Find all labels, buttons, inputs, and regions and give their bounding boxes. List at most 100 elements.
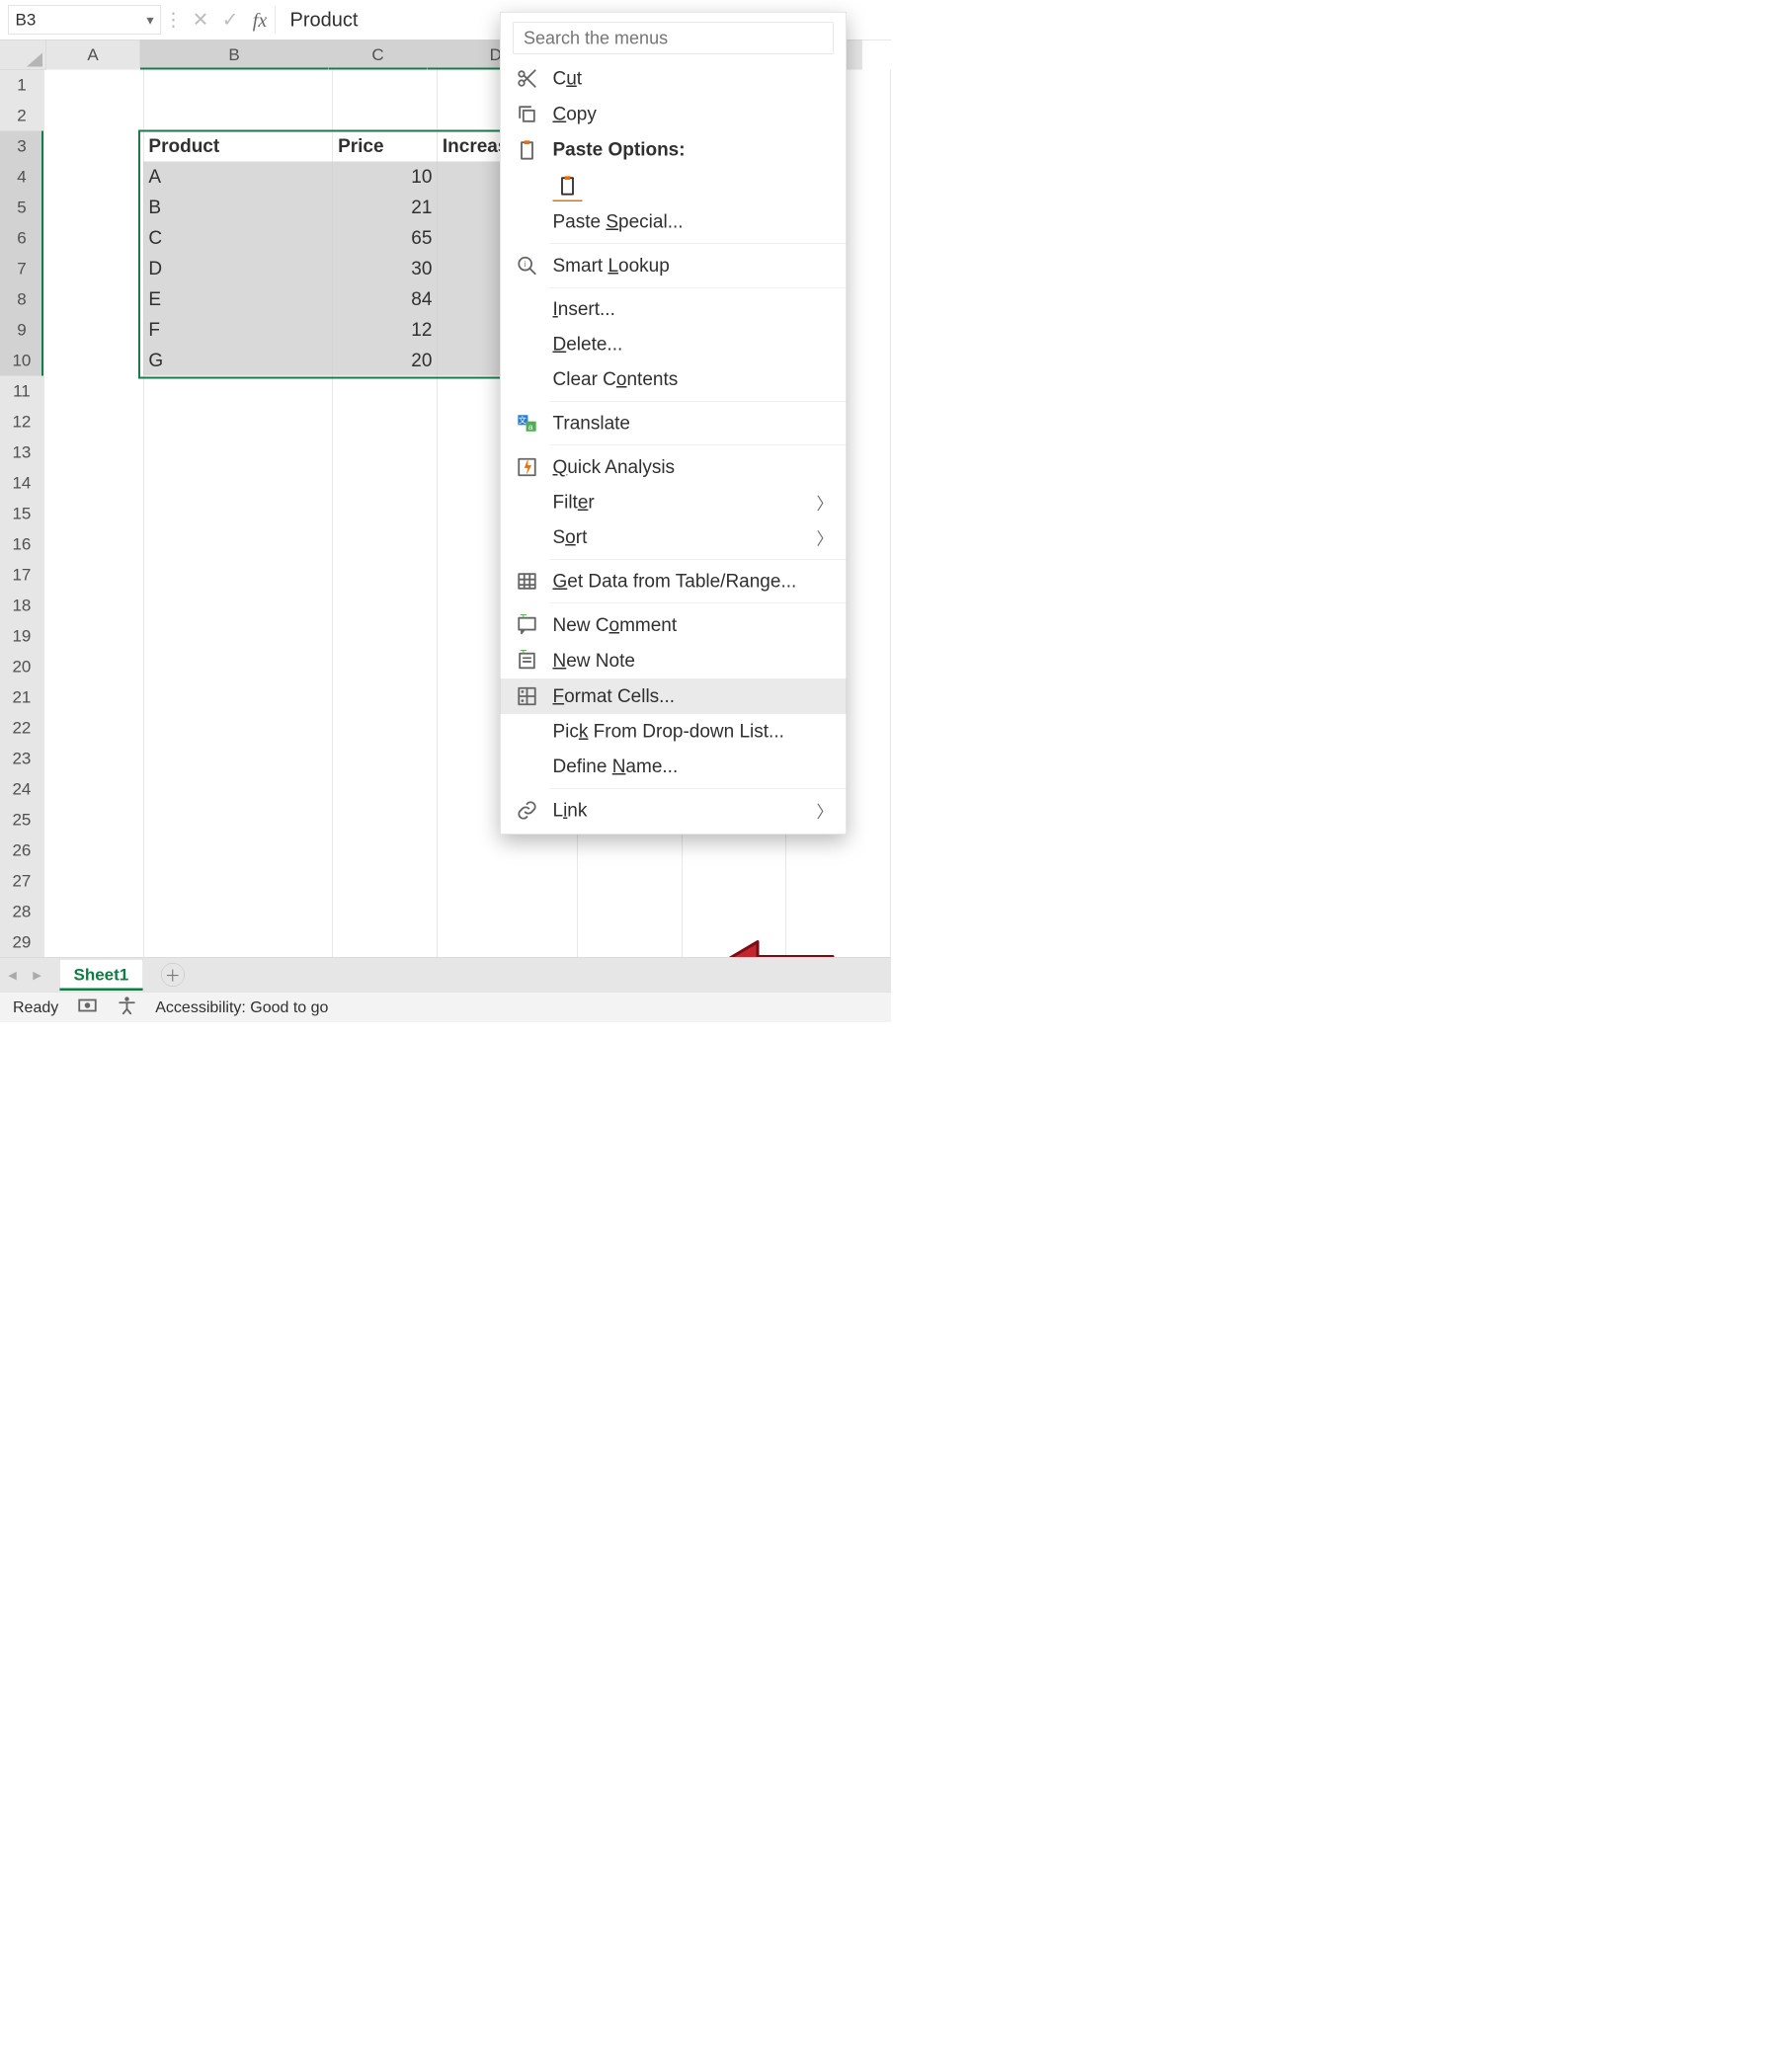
cell-C16[interactable] (333, 529, 438, 561)
menu-get-data[interactable]: Get Data from Table/Range... (501, 564, 847, 599)
cell-A2[interactable] (43, 101, 143, 132)
new-sheet-button[interactable]: ＋ (161, 963, 185, 987)
menu-paste-options[interactable]: Paste Options: (501, 132, 847, 168)
menu-new-note[interactable]: +New Note (501, 643, 847, 678)
paste-default-icon[interactable] (553, 171, 583, 202)
select-all-button[interactable] (0, 40, 46, 71)
cell-A12[interactable] (43, 407, 143, 438)
cell-B24[interactable] (143, 774, 333, 806)
row-header-16[interactable]: 16 (0, 529, 43, 561)
row-header-6[interactable]: 6 (0, 223, 43, 255)
row-header-4[interactable]: 4 (0, 162, 43, 194)
cell-B21[interactable] (143, 682, 333, 714)
menu-delete[interactable]: Delete... (501, 327, 847, 362)
cell-A5[interactable] (43, 193, 143, 224)
row-header-18[interactable]: 18 (0, 591, 43, 622)
cell-C5[interactable]: 21 (333, 193, 438, 224)
cell-A15[interactable] (43, 499, 143, 530)
cell-A6[interactable] (43, 223, 143, 255)
cell-B13[interactable] (143, 438, 333, 469)
cell-A20[interactable] (43, 652, 143, 683)
row-header-27[interactable]: 27 (0, 866, 43, 898)
cell-C22[interactable] (333, 713, 438, 745)
menu-filter[interactable]: Filter〉 (501, 485, 847, 520)
cell-B29[interactable] (143, 927, 333, 959)
cell-C15[interactable] (333, 499, 438, 530)
cell-F28[interactable] (682, 897, 786, 928)
menu-insert[interactable]: Insert... (501, 292, 847, 328)
cell-C24[interactable] (333, 774, 438, 806)
cell-C17[interactable] (333, 560, 438, 592)
cell-C11[interactable] (333, 376, 438, 408)
cell-B5[interactable]: B (143, 193, 333, 224)
cell-F27[interactable] (682, 866, 786, 898)
row-header-21[interactable]: 21 (0, 682, 43, 714)
cell-A13[interactable] (43, 438, 143, 469)
cell-C29[interactable] (333, 927, 438, 959)
row-header-17[interactable]: 17 (0, 560, 43, 592)
cell-B9[interactable]: F (143, 315, 333, 347)
menu-cut[interactable]: Cut (501, 61, 847, 97)
row-header-23[interactable]: 23 (0, 744, 43, 775)
row-header-9[interactable]: 9 (0, 315, 43, 347)
cell-B12[interactable] (143, 407, 333, 438)
cell-A24[interactable] (43, 774, 143, 806)
cell-C9[interactable]: 12 (333, 315, 438, 347)
accept-formula-button[interactable]: ✓ (215, 5, 245, 35)
menu-search-input[interactable] (514, 23, 834, 54)
cell-A17[interactable] (43, 560, 143, 592)
cell-G26[interactable] (786, 836, 891, 867)
cell-C8[interactable]: 84 (333, 284, 438, 316)
cell-B25[interactable] (143, 805, 333, 837)
cell-C21[interactable] (333, 682, 438, 714)
cell-B10[interactable]: G (143, 346, 333, 377)
cell-B6[interactable]: C (143, 223, 333, 255)
cancel-formula-button[interactable]: ✕ (186, 5, 215, 35)
fx-button[interactable]: fx (245, 5, 275, 35)
cell-B19[interactable] (143, 621, 333, 653)
row-header-7[interactable]: 7 (0, 254, 43, 285)
cell-C20[interactable] (333, 652, 438, 683)
cell-A16[interactable] (43, 529, 143, 561)
cell-B15[interactable] (143, 499, 333, 530)
cell-C19[interactable] (333, 621, 438, 653)
cell-A23[interactable] (43, 744, 143, 775)
cell-E27[interactable] (577, 866, 682, 898)
cell-A14[interactable] (43, 468, 143, 500)
menu-translate[interactable]: 文aTranslate (501, 406, 847, 441)
row-header-8[interactable]: 8 (0, 284, 43, 316)
cell-C6[interactable]: 65 (333, 223, 438, 255)
menu-format-cells[interactable]: Format Cells... (501, 678, 847, 714)
row-header-15[interactable]: 15 (0, 499, 43, 530)
row-header-20[interactable]: 20 (0, 652, 43, 683)
tab-scroll-left-button[interactable]: ◂ (0, 965, 25, 985)
cell-B26[interactable] (143, 836, 333, 867)
cell-A11[interactable] (43, 376, 143, 408)
menu-define-name[interactable]: Define Name... (501, 750, 847, 785)
row-header-1[interactable]: 1 (0, 70, 43, 102)
cell-A1[interactable] (43, 70, 143, 102)
cell-B28[interactable] (143, 897, 333, 928)
cell-C3[interactable]: Price (333, 131, 438, 163)
row-header-12[interactable]: 12 (0, 407, 43, 438)
cell-A26[interactable] (43, 836, 143, 867)
row-header-14[interactable]: 14 (0, 468, 43, 500)
cell-A27[interactable] (43, 866, 143, 898)
cell-C25[interactable] (333, 805, 438, 837)
cell-A3[interactable] (43, 131, 143, 163)
row-header-22[interactable]: 22 (0, 713, 43, 745)
cell-D28[interactable] (438, 897, 578, 928)
cell-B7[interactable]: D (143, 254, 333, 285)
column-header-A[interactable]: A (46, 40, 141, 71)
cell-C13[interactable] (333, 438, 438, 469)
menu-smart-lookup[interactable]: iSmart Lookup (501, 248, 847, 283)
cell-F29[interactable] (682, 927, 786, 959)
cell-C18[interactable] (333, 591, 438, 622)
cell-D26[interactable] (438, 836, 578, 867)
cell-B2[interactable] (143, 101, 333, 132)
cell-G27[interactable] (786, 866, 891, 898)
cell-E26[interactable] (577, 836, 682, 867)
menu-clear-contents[interactable]: Clear Contents (501, 362, 847, 398)
row-header-11[interactable]: 11 (0, 376, 43, 408)
row-header-10[interactable]: 10 (0, 346, 43, 377)
